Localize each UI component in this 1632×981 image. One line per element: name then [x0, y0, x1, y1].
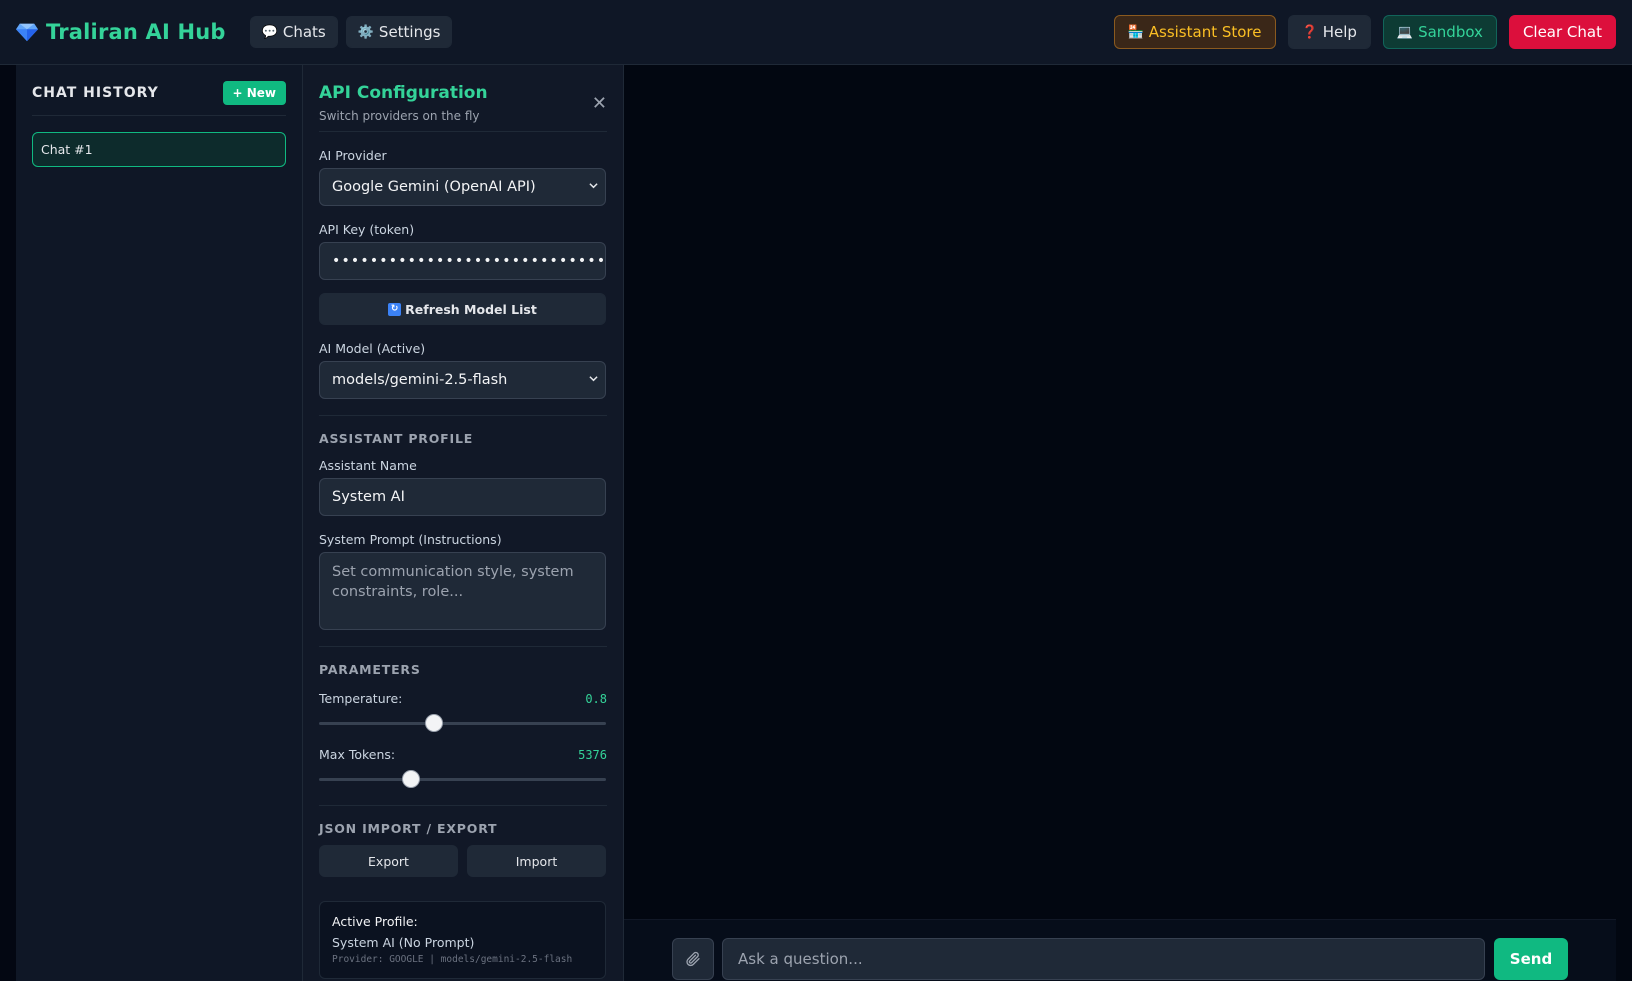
- assistant-profile-heading: ASSISTANT PROFILE: [319, 431, 474, 446]
- scrollbar[interactable]: [1616, 65, 1632, 981]
- divider: [319, 805, 607, 806]
- provider-select[interactable]: Google Gemini (OpenAI API): [319, 168, 606, 206]
- max-tokens-value: 5376: [578, 747, 607, 762]
- config-subtitle: Switch providers on the fly: [319, 109, 480, 123]
- divider: [319, 646, 607, 647]
- export-button[interactable]: Export: [319, 845, 458, 877]
- divider: [319, 415, 607, 416]
- active-profile-label: Active Profile:: [332, 914, 418, 929]
- slider-thumb[interactable]: [401, 770, 420, 788]
- api-key-label: API Key (token): [319, 222, 415, 237]
- provider-label: AI Provider: [319, 148, 387, 163]
- refresh-icon: ↻: [388, 302, 402, 316]
- refresh-model-list-button[interactable]: ↻ Refresh Model List: [319, 293, 606, 325]
- clear-chat-button[interactable]: Clear Chat: [1508, 15, 1616, 49]
- api-config-panel: API Configuration Switch providers on th…: [303, 65, 624, 981]
- import-button[interactable]: Import: [467, 845, 606, 877]
- model-label: AI Model (Active): [319, 341, 426, 356]
- laptop-icon: 💻: [1396, 24, 1414, 40]
- sandbox-button[interactable]: 💻 Sandbox: [1382, 15, 1497, 49]
- speech-bubble-icon: 💬: [261, 24, 278, 40]
- clear-chat-label: Clear Chat: [1522, 23, 1602, 41]
- assistant-name-input[interactable]: System AI: [319, 478, 606, 516]
- config-header: API Configuration Switch providers on th…: [319, 83, 607, 132]
- sidebar-header: CHAT HISTORY + New: [32, 81, 286, 116]
- nav-settings-button[interactable]: ⚙️ Settings: [345, 16, 453, 48]
- store-icon: 🏪: [1127, 24, 1144, 40]
- diamond-icon: [16, 23, 38, 42]
- active-profile-card: Active Profile: System AI (No Prompt) Pr…: [319, 901, 606, 979]
- attach-button[interactable]: [672, 938, 714, 980]
- nav-settings-label: Settings: [378, 23, 441, 41]
- chat-main-area: Ask a question... Send: [624, 65, 1632, 981]
- send-button[interactable]: Send: [1494, 938, 1568, 980]
- json-io-buttons: Export Import: [319, 845, 607, 877]
- assistant-store-button[interactable]: 🏪 Assistant Store: [1113, 15, 1276, 49]
- chat-history-sidebar: CHAT HISTORY + New Chat #1: [16, 65, 303, 981]
- message-input[interactable]: Ask a question...: [722, 938, 1485, 980]
- active-profile-meta: Provider: GOOGLE | models/gemini-2.5-fla…: [332, 954, 573, 965]
- provider-value: Google Gemini (OpenAI API): [332, 179, 536, 195]
- chat-item-label: Chat #1: [41, 142, 93, 157]
- app-title: Traliran AI Hub: [46, 20, 226, 44]
- parameters-heading: PARAMETERS: [319, 662, 421, 677]
- help-label: Help: [1322, 23, 1357, 41]
- close-icon[interactable]: ✕: [592, 95, 607, 113]
- system-prompt-label: System Prompt (Instructions): [319, 532, 502, 547]
- sidebar-title: CHAT HISTORY: [32, 85, 159, 101]
- temperature-value: 0.8: [585, 691, 607, 706]
- temperature-label: Temperature:: [319, 691, 403, 706]
- max-tokens-label: Max Tokens:: [319, 747, 396, 762]
- chat-list-item[interactable]: Chat #1: [32, 132, 286, 167]
- active-profile-name: System AI (No Prompt): [332, 935, 475, 950]
- help-button[interactable]: ❓ Help: [1287, 15, 1371, 49]
- slider-track: [319, 722, 606, 725]
- assistant-name-label: Assistant Name: [319, 458, 417, 473]
- nav-chats-button[interactable]: 💬 Chats: [249, 16, 338, 48]
- left-edge: [0, 65, 16, 981]
- message-composer: Ask a question... Send: [624, 919, 1616, 981]
- temperature-row: Temperature: 0.8: [319, 691, 607, 706]
- question-mark-icon: ❓: [1301, 24, 1318, 40]
- api-key-input[interactable]: ••••••••••••••••••••••••••••••••: [319, 242, 606, 280]
- temperature-slider[interactable]: [319, 713, 606, 733]
- max-tokens-row: Max Tokens: 5376: [319, 747, 607, 762]
- model-select[interactable]: models/gemini-2.5-flash: [319, 361, 606, 399]
- chevron-down-icon: [589, 376, 598, 382]
- assistant-store-label: Assistant Store: [1148, 23, 1262, 41]
- new-chat-button[interactable]: + New: [222, 81, 286, 105]
- gear-icon: ⚙️: [357, 24, 374, 40]
- max-tokens-slider[interactable]: [319, 769, 606, 789]
- chevron-down-icon: [589, 183, 598, 189]
- header-actions: 🏪 Assistant Store ❓ Help 💻 Sandbox Clear…: [1113, 15, 1616, 49]
- refresh-label: Refresh Model List: [405, 301, 537, 317]
- nav-chats-label: Chats: [282, 23, 326, 41]
- paperclip-icon: [686, 951, 700, 967]
- json-io-heading: JSON IMPORT / EXPORT: [319, 821, 498, 836]
- system-prompt-textarea[interactable]: Set communication style, system constrai…: [319, 552, 606, 630]
- slider-track: [319, 778, 606, 781]
- config-title: API Configuration: [319, 83, 488, 103]
- model-value: models/gemini-2.5-flash: [332, 372, 508, 388]
- slider-thumb[interactable]: [424, 714, 443, 732]
- top-header: Traliran AI Hub 💬 Chats ⚙️ Settings 🏪 As…: [0, 0, 1632, 65]
- brand: Traliran AI Hub: [16, 20, 226, 44]
- sandbox-label: Sandbox: [1418, 23, 1483, 41]
